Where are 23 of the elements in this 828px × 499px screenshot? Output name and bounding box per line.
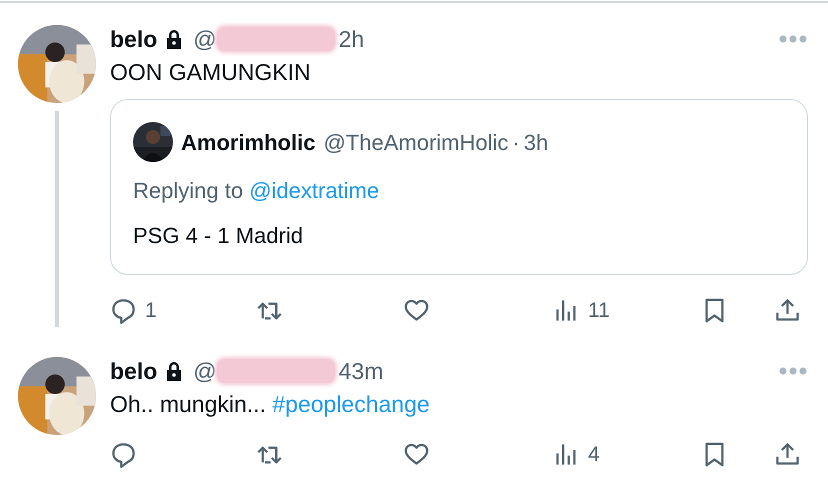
user-name[interactable]: Amorimholic [181, 126, 316, 158]
user-handle: @ [193, 25, 217, 53]
quoted-tweet-text: PSG 4 - 1 Madrid [133, 222, 304, 250]
timestamp[interactable]: 43m [338, 356, 384, 384]
reply-icon [110, 297, 137, 324]
views-button[interactable]: 11 [553, 295, 701, 326]
user-name[interactable]: belo [110, 356, 158, 384]
user-name[interactable]: belo [110, 25, 158, 53]
action-count: 4 [588, 442, 600, 468]
action-count: 1 [145, 298, 157, 324]
user-handle: @TheAmorimHolic [323, 128, 508, 156]
timestamp[interactable]: 2h [338, 25, 364, 53]
replying-to-text: Replying to @idextratime [133, 177, 380, 205]
user-handle: @ [193, 356, 217, 384]
quoted-tweet-card[interactable]: Amorimholic @TheAmorimHolic · 3h Replying to @idextratime PSG 4 - 1 Madrid [110, 99, 808, 275]
timestamp[interactable]: 3h [524, 126, 548, 158]
views-button[interactable]: 4 [553, 438, 701, 470]
tweet-text: OON GAMUNGKIN [110, 58, 312, 87]
action-count: 11 [588, 298, 610, 324]
reply-button[interactable]: 1 [110, 295, 256, 326]
tweet-text: Oh.. mungkin... #peoplechange [110, 390, 431, 418]
separator-dot: · [512, 128, 520, 156]
reply-icon [110, 440, 137, 468]
